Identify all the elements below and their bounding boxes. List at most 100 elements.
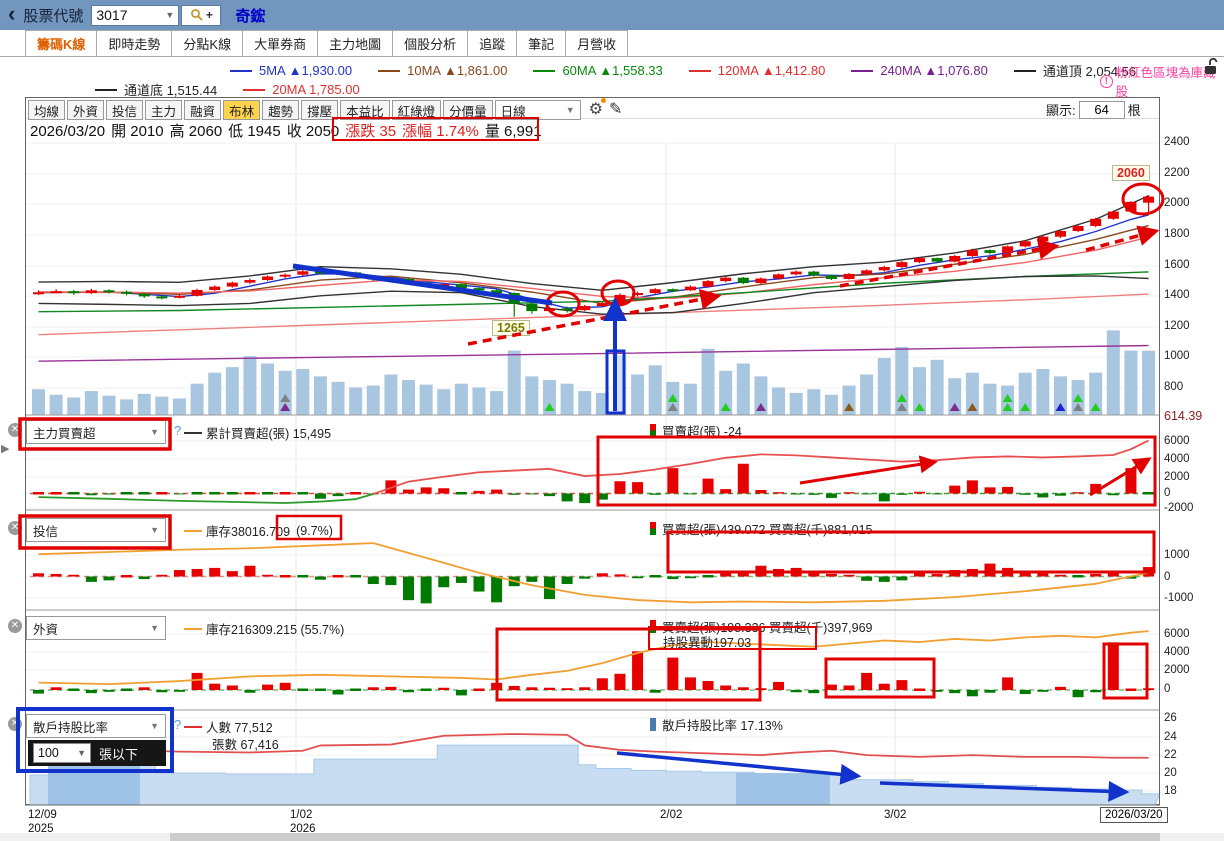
chip-kline-app: ‹ 股票代號 3017 ▼ + 奇鋐 籌碼K線 即時走勢 分點K線 大單券商 主力地圖個… xyxy=(0,0,1224,841)
chart-frame xyxy=(25,97,1160,805)
panel-legend-right: 散戶持股比率 17.13% xyxy=(650,715,783,734)
toolbtn-10[interactable]: 分價量 xyxy=(443,100,493,120)
ohlc-date: 2026/03/20 xyxy=(30,123,106,140)
info-icon: ! xyxy=(1100,74,1113,88)
p3-axis-label: 2000 xyxy=(1164,664,1190,676)
ma-legend-text: 60MA ▲1,558.33 xyxy=(562,63,663,78)
chevron-down-icon: ▼ xyxy=(150,427,159,437)
panel-select-1[interactable]: 投信 ▼ xyxy=(26,518,166,542)
display-label: 顯示: xyxy=(1046,103,1076,118)
period-select[interactable]: 日線 ▼ xyxy=(494,100,581,120)
tab-4[interactable]: 主力地圖 xyxy=(317,30,394,56)
toolbtn-5[interactable]: 布林 xyxy=(223,100,261,120)
unlock-icon[interactable] xyxy=(1203,58,1219,76)
ohlc-part-2: 低 1945 xyxy=(228,123,281,140)
xaxis-last-date: 2026/03/20 xyxy=(1100,807,1168,823)
toolbtn-6[interactable]: 趨勢 xyxy=(262,100,300,120)
back-chevron-icon[interactable]: ‹ xyxy=(8,1,15,27)
line-swatch-icon xyxy=(688,69,711,72)
panel-legend-left: 庫存38016.709 (9.7%) xyxy=(184,521,333,540)
ma-legend-item: 10MA ▲1,861.00 xyxy=(378,63,507,78)
ohlc-part-5: 漲幅 1.74% xyxy=(402,123,479,140)
notification-dot xyxy=(601,98,607,103)
toolbtn-8[interactable]: 本益比 xyxy=(340,100,390,120)
tab-2[interactable]: 分點K線 xyxy=(171,30,244,56)
ohlc-part-4: 漲跌 35 xyxy=(345,123,397,140)
help-icon[interactable]: ? xyxy=(174,717,181,732)
top-bar: ‹ 股票代號 3017 ▼ + 奇鋐 xyxy=(0,0,1224,30)
tab-6[interactable]: 追蹤 xyxy=(467,30,518,56)
p4-axis-label: 22 xyxy=(1164,749,1177,761)
xaxis-label: 12/09 xyxy=(28,809,57,821)
tab-bar: 籌碼K線 即時走勢 分點K線 大單券商 主力地圖 個股分析 追蹤 筆記 月營收 xyxy=(0,30,1224,57)
stock-name-link[interactable]: 奇鋐 xyxy=(235,5,265,26)
price-axis-label: 800 xyxy=(1164,381,1184,393)
line-swatch-icon xyxy=(184,431,202,434)
toolbtn-7[interactable]: 撐壓 xyxy=(301,100,339,120)
toolbtn-3[interactable]: 主力 xyxy=(145,100,183,120)
toolbtn-9[interactable]: 紅綠燈 xyxy=(391,100,442,120)
panel-select-0[interactable]: 主力買賣超 ▼ xyxy=(26,420,166,444)
gear-icon[interactable]: ⚙ xyxy=(589,98,607,120)
price-axis-label: 1600 xyxy=(1164,259,1190,271)
help-icon[interactable]: ? xyxy=(174,423,181,438)
price-axis-label: 2200 xyxy=(1164,167,1190,179)
p4-axis-label: 26 xyxy=(1164,712,1177,724)
toolbtn-2[interactable]: 投信 xyxy=(106,100,144,120)
stock-code-label: 股票代號 xyxy=(23,7,84,25)
toolbtn-0[interactable]: 均線 xyxy=(28,100,66,120)
panel-select-3[interactable]: 散戶持股比率 ▼ xyxy=(26,714,166,738)
search-icon xyxy=(190,9,203,21)
horizontal-scrollbar[interactable] xyxy=(0,833,1224,841)
stock-code-value: 3017 xyxy=(96,7,128,23)
p4-axis-label: 24 xyxy=(1164,731,1177,743)
close-panel-icon[interactable]: ✕ xyxy=(8,717,22,731)
tab-5[interactable]: 個股分析 xyxy=(392,30,469,56)
pencil-icon[interactable]: ✎ xyxy=(609,100,622,120)
line-swatch-icon xyxy=(243,88,266,91)
tab-1[interactable]: 即時走勢 xyxy=(96,30,173,56)
tab-3[interactable]: 大單券商 xyxy=(242,30,319,56)
tab-7[interactable]: 筆記 xyxy=(516,30,567,56)
price-axis-label: 1800 xyxy=(1164,228,1190,240)
p4-axis-label: 20 xyxy=(1164,767,1177,779)
period-value: 日線 xyxy=(500,104,526,119)
chevron-down-icon: ▼ xyxy=(150,721,159,731)
ma-legend-item: 5MA ▲1,930.00 xyxy=(230,63,352,78)
tab-0[interactable]: 籌碼K線 xyxy=(25,30,98,56)
line-swatch-icon xyxy=(184,627,202,630)
panel-select-2[interactable]: 外資 ▼ xyxy=(26,616,166,640)
display-unit: 根 xyxy=(1127,103,1141,118)
line-swatch-icon xyxy=(95,88,117,91)
close-panel-icon[interactable]: ✕ xyxy=(8,423,22,437)
bar-swatch-icon xyxy=(650,424,656,437)
stock-code-input[interactable]: 3017 ▼ xyxy=(91,4,180,26)
toolbtn-4[interactable]: 融資 xyxy=(184,100,222,120)
threshold-unit: 張以下 xyxy=(99,746,139,762)
chevron-down-icon: ▼ xyxy=(77,748,86,758)
p1-axis-label: 6000 xyxy=(1164,435,1190,447)
xaxis-year-label: 2025 xyxy=(28,823,54,835)
threshold-row: 100 ▼ 張以下 xyxy=(28,740,166,766)
p1-axis-label: 2000 xyxy=(1164,471,1190,483)
threshold-select[interactable]: 100 ▼ xyxy=(33,743,91,763)
chart-toolbar: 均線 外資 投信 主力 融資 布林 趨勢 撐壓 本益比 紅綠燈 分價量 日線 ▼ ⚙ ✎ xyxy=(28,98,622,120)
line-swatch-icon xyxy=(184,725,202,728)
p3-axis-label: 6000 xyxy=(1164,628,1190,640)
line-swatch-icon xyxy=(230,69,252,72)
search-button[interactable]: + xyxy=(181,4,222,26)
close-panel-icon[interactable]: ✕ xyxy=(8,619,22,633)
display-count: 顯示: 根 xyxy=(1046,100,1141,119)
line-swatch-icon xyxy=(184,529,202,532)
plus-icon: + xyxy=(205,8,213,22)
ma-legend-text: 20MA 1,785.00 xyxy=(272,82,360,97)
display-count-input[interactable] xyxy=(1078,100,1125,119)
scrollbar-thumb[interactable] xyxy=(170,833,1160,841)
p3-axis-label: 4000 xyxy=(1164,646,1190,658)
ohlc-part-1: 高 2060 xyxy=(169,123,223,140)
close-panel-icon[interactable]: ✕ xyxy=(8,521,22,535)
toolbtn-1[interactable]: 外資 xyxy=(67,100,105,120)
sidebar-expander-icon[interactable]: ▶ xyxy=(1,442,9,455)
tab-8[interactable]: 月營收 xyxy=(565,30,629,56)
panel-legend-right: 買賣超(張)439.072 買賣超(千)881,015 xyxy=(650,519,873,538)
